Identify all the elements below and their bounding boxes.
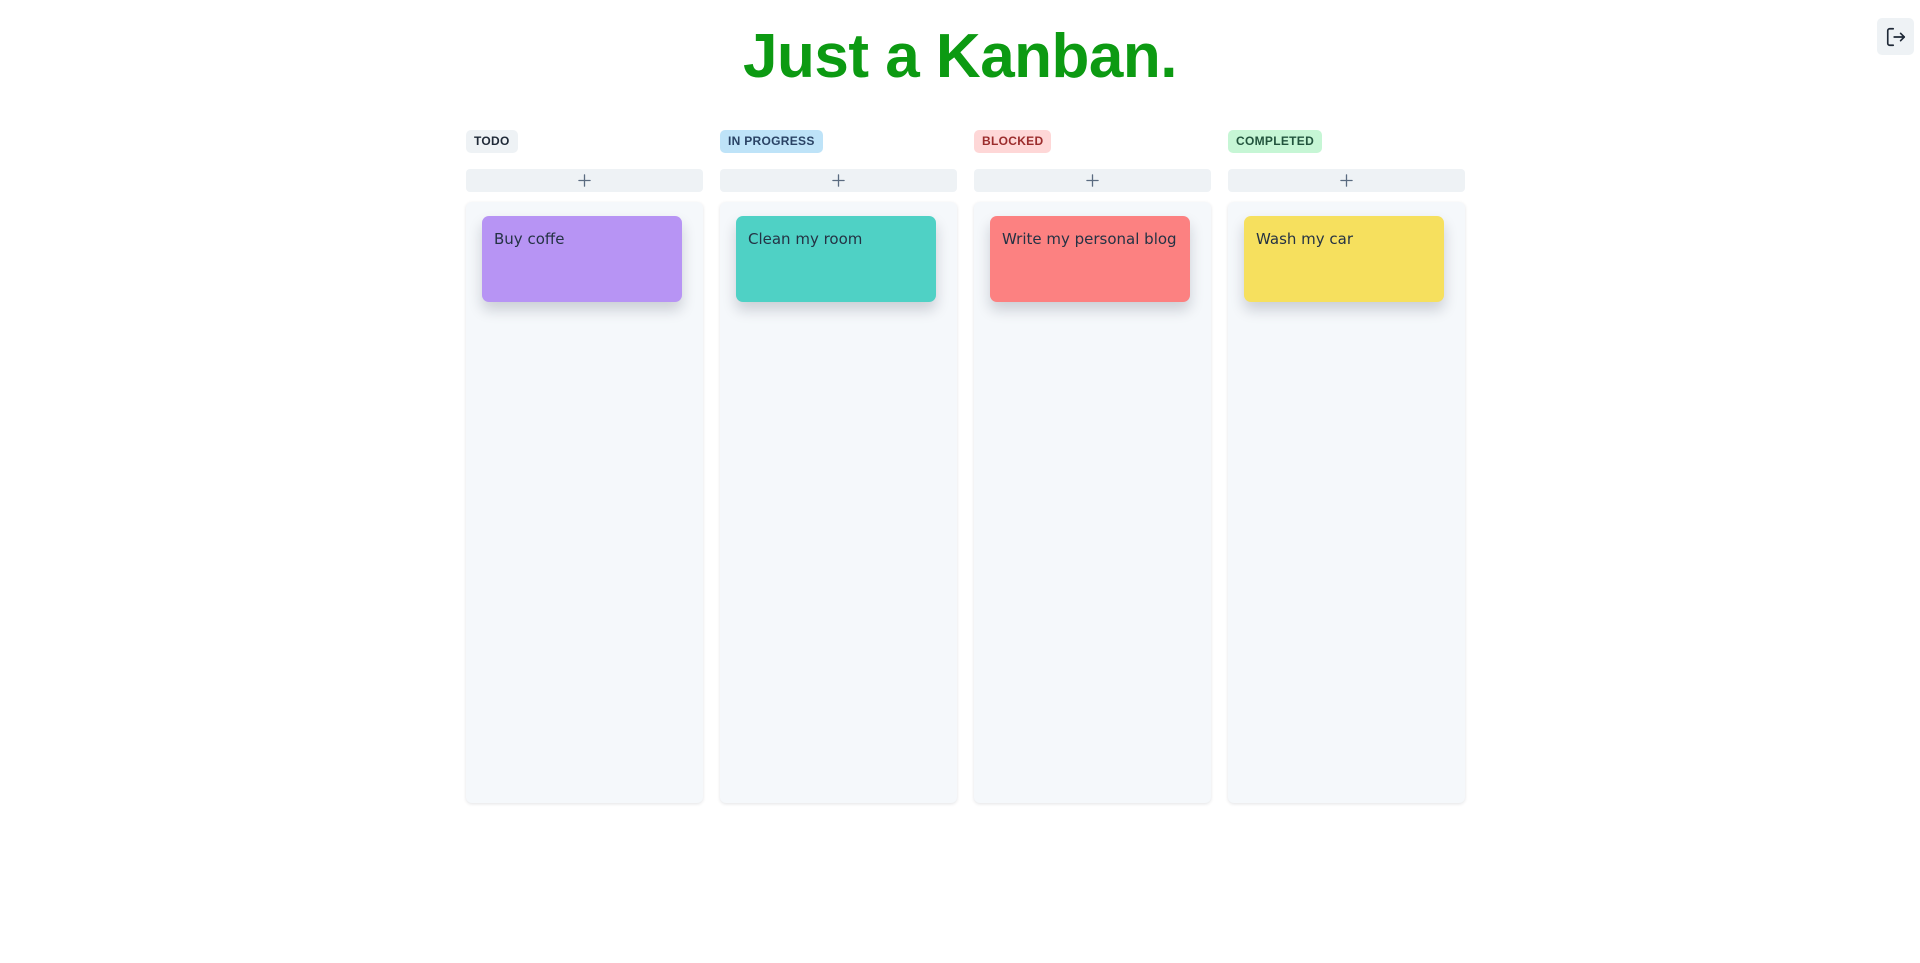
column-badge-blocked: BLOCKED	[974, 129, 1052, 153]
task-card-text[interactable]: Clean my room	[748, 228, 924, 250]
plus-icon	[832, 174, 845, 187]
task-card[interactable]: Write my personal blog	[990, 216, 1190, 302]
plus-icon	[1086, 174, 1099, 187]
column-header: COMPLETED	[1228, 129, 1465, 153]
column-body-todo[interactable]: Buy coffe	[466, 202, 703, 803]
column-todo: TODO Buy coffe	[466, 129, 703, 803]
column-in-progress: IN PROGRESS Clean my room	[720, 129, 957, 803]
task-card-text[interactable]: Wash my car	[1256, 228, 1432, 250]
column-badge-todo: TODO	[466, 129, 518, 153]
task-card-text[interactable]: Write my personal blog	[1002, 228, 1178, 250]
column-header: TODO	[466, 129, 703, 153]
kanban-page: Just a Kanban. TODO Buy coffe IN PROGRES…	[0, 0, 1920, 963]
page-title: Just a Kanban.	[743, 22, 1178, 91]
logout-icon	[1885, 26, 1907, 48]
task-card[interactable]: Wash my car	[1244, 216, 1444, 302]
task-card[interactable]: Clean my room	[736, 216, 936, 302]
add-card-button-todo[interactable]	[466, 169, 703, 192]
task-card[interactable]: Buy coffe	[482, 216, 682, 302]
task-card-text[interactable]: Buy coffe	[494, 228, 670, 250]
add-card-button-in-progress[interactable]	[720, 169, 957, 192]
kanban-board: TODO Buy coffe IN PROGRESS Clean my room…	[466, 129, 1465, 803]
column-header: BLOCKED	[974, 129, 1211, 153]
plus-icon	[1340, 174, 1353, 187]
column-body-completed[interactable]: Wash my car	[1228, 202, 1465, 803]
column-completed: COMPLETED Wash my car	[1228, 129, 1465, 803]
column-badge-in-progress: IN PROGRESS	[720, 129, 823, 153]
column-header: IN PROGRESS	[720, 129, 957, 153]
add-card-button-blocked[interactable]	[974, 169, 1211, 192]
column-body-in-progress[interactable]: Clean my room	[720, 202, 957, 803]
add-card-button-completed[interactable]	[1228, 169, 1465, 192]
logout-button[interactable]	[1877, 18, 1914, 55]
column-body-blocked[interactable]: Write my personal blog	[974, 202, 1211, 803]
column-blocked: BLOCKED Write my personal blog	[974, 129, 1211, 803]
plus-icon	[578, 174, 591, 187]
column-badge-completed: COMPLETED	[1228, 129, 1323, 153]
